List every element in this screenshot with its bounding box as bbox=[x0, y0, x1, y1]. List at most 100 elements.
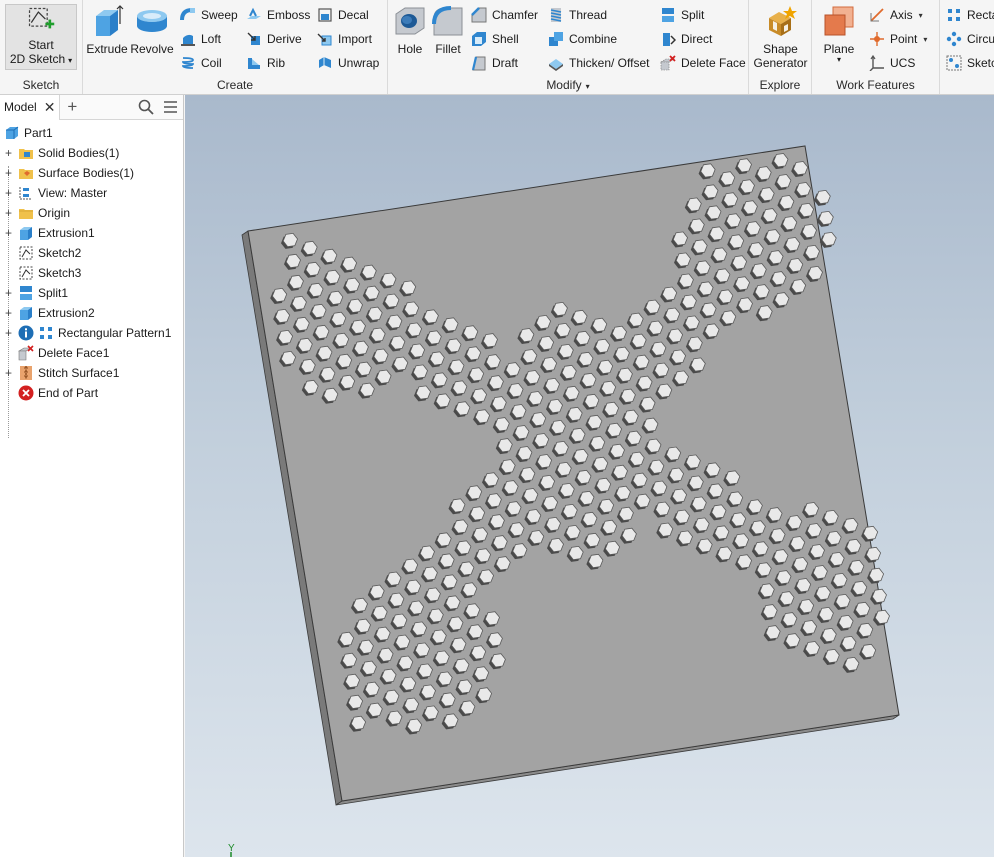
end-of-part-icon bbox=[18, 385, 34, 401]
expand-icon[interactable]: + bbox=[4, 366, 13, 380]
graphics-viewport[interactable]: Y bbox=[185, 95, 994, 857]
chevron-down-icon[interactable]: ▾ bbox=[68, 56, 72, 65]
draft-label: Draft bbox=[492, 56, 519, 70]
menu-icon[interactable] bbox=[161, 98, 179, 116]
decal-label: Decal bbox=[338, 8, 369, 22]
browser-node[interactable]: + Extrusion2 bbox=[0, 303, 183, 323]
search-icon[interactable] bbox=[137, 98, 155, 116]
expand-icon[interactable]: + bbox=[4, 226, 13, 240]
browser-node[interactable]: Part1 bbox=[0, 123, 183, 143]
extrude-button[interactable]: Extrude bbox=[85, 4, 129, 56]
browser-node[interactable]: + Split1 bbox=[0, 283, 183, 303]
browser-node[interactable]: + Solid Bodies(1) bbox=[0, 143, 183, 163]
combine-label: Combine bbox=[569, 32, 618, 46]
expand-icon[interactable]: + bbox=[4, 326, 13, 340]
chevron-down-icon[interactable]: ▾ bbox=[919, 11, 923, 20]
split-button[interactable]: Split bbox=[660, 5, 704, 25]
browser-node[interactable]: Sketch2 bbox=[0, 243, 183, 263]
modify-panel-title-text: Modify bbox=[546, 78, 582, 92]
unwrap-button[interactable]: Unwrap bbox=[317, 53, 379, 73]
chamfer-button[interactable]: Chamfer bbox=[471, 5, 538, 25]
plane-dropdown-chevron[interactable]: ▾ bbox=[817, 56, 861, 64]
emboss-label: Emboss bbox=[267, 8, 311, 22]
import-button[interactable]: Import bbox=[317, 29, 372, 49]
expand-icon[interactable]: + bbox=[4, 206, 13, 220]
ribbon: Start 2D Sketch▾ Sketch Extrude Revolve bbox=[0, 0, 994, 95]
browser-node[interactable]: + Rectangular Pattern1 bbox=[0, 323, 183, 343]
circular-pattern-button[interactable]: Circu bbox=[946, 29, 994, 49]
work-features-panel: Plane ▾ Axis ▾ Point ▾ UCS Work Features bbox=[812, 0, 940, 94]
chevron-down-icon[interactable]: ▾ bbox=[923, 35, 927, 44]
axis-button[interactable]: Axis ▾ bbox=[869, 5, 923, 25]
sweep-button[interactable]: Sweep bbox=[180, 5, 238, 25]
extrusion-icon bbox=[20, 307, 32, 320]
split-icon bbox=[662, 8, 674, 22]
part-3d-view[interactable]: Y bbox=[185, 95, 994, 857]
browser-node-label: Solid Bodies(1) bbox=[38, 146, 120, 160]
browser-node[interactable]: Sketch3 bbox=[0, 263, 183, 283]
plate-body[interactable] bbox=[241, 145, 900, 806]
hole-icon bbox=[395, 7, 425, 35]
loft-button[interactable]: Loft bbox=[180, 29, 221, 49]
delete-face-button[interactable]: Delete Face bbox=[660, 53, 746, 73]
thicken-offset-button[interactable]: Thicken/ Offset bbox=[548, 53, 649, 73]
rib-button[interactable]: Rib bbox=[246, 53, 285, 73]
explore-panel-title: Explore bbox=[759, 78, 801, 92]
combine-button[interactable]: Combine bbox=[548, 29, 617, 49]
ucs-label: UCS bbox=[890, 56, 916, 70]
solid-bodies-folder-icon bbox=[19, 149, 33, 159]
close-icon[interactable]: ✕ bbox=[44, 99, 56, 116]
thicken-offset-label: Thicken/ Offset bbox=[569, 56, 650, 70]
expand-icon[interactable]: + bbox=[4, 186, 13, 200]
emboss-button[interactable]: Emboss bbox=[246, 5, 310, 25]
shape-generator-icon bbox=[768, 6, 797, 36]
direct-icon bbox=[663, 33, 676, 46]
hole-button[interactable]: Hole bbox=[391, 4, 429, 56]
direct-button[interactable]: Direct bbox=[660, 29, 712, 49]
expand-icon[interactable]: + bbox=[4, 166, 13, 180]
derive-icon bbox=[247, 32, 260, 45]
shell-button[interactable]: Shell bbox=[471, 29, 519, 49]
browser-node[interactable]: + Surface Bodies(1) bbox=[0, 163, 183, 183]
browser-node[interactable]: + Stitch Surface1 bbox=[0, 363, 183, 383]
point-button[interactable]: Point ▾ bbox=[869, 29, 927, 49]
browser-node[interactable]: End of Part bbox=[0, 383, 183, 403]
draft-button[interactable]: Draft bbox=[471, 53, 518, 73]
surface-bodies-folder-icon bbox=[19, 169, 33, 179]
circular-pattern-icon bbox=[946, 31, 962, 47]
fillet-button[interactable]: Fillet bbox=[429, 4, 467, 56]
origin-folder-icon bbox=[19, 209, 33, 219]
create-panel: Extrude Revolve Sweep Loft Coil Emboss D… bbox=[83, 0, 388, 94]
info-icon[interactable] bbox=[18, 325, 34, 341]
sketch-driven-pattern-button[interactable]: Sketc bbox=[946, 53, 994, 73]
browser-node[interactable]: + Extrusion1 bbox=[0, 223, 183, 243]
expand-icon[interactable]: + bbox=[4, 146, 13, 160]
revolve-button[interactable]: Revolve bbox=[129, 4, 175, 56]
modify-panel-title[interactable]: Modify ▾ bbox=[388, 78, 748, 92]
shape-generator-button[interactable]: Shape Generator bbox=[752, 4, 809, 70]
rectangular-pattern-button[interactable]: Recta bbox=[946, 5, 994, 25]
thread-button[interactable]: Thread bbox=[548, 5, 607, 25]
loft-label: Loft bbox=[201, 32, 222, 46]
browser-node[interactable]: Delete Face1 bbox=[0, 343, 183, 363]
tab-model[interactable]: Model ✕ bbox=[0, 94, 61, 120]
plane-button[interactable]: Plane ▾ bbox=[817, 4, 861, 64]
browser-node-label: Extrusion2 bbox=[38, 306, 95, 320]
ucs-button[interactable]: UCS bbox=[869, 53, 915, 73]
sweep-icon bbox=[180, 8, 195, 21]
axis-label: Axis bbox=[890, 8, 913, 22]
plane-icon bbox=[824, 6, 854, 36]
chevron-down-icon: ▾ bbox=[585, 82, 590, 91]
browser-node[interactable]: + Origin bbox=[0, 203, 183, 223]
expand-icon[interactable]: + bbox=[4, 306, 13, 320]
ucs-icon bbox=[869, 55, 884, 71]
browser-node[interactable]: + View: Master bbox=[0, 183, 183, 203]
derive-button[interactable]: Derive bbox=[246, 29, 302, 49]
coil-button[interactable]: Coil bbox=[180, 53, 222, 73]
work-features-panel-title: Work Features bbox=[836, 78, 915, 92]
browser-node-label: Origin bbox=[38, 206, 71, 220]
expand-icon[interactable]: + bbox=[4, 286, 13, 300]
add-tab-icon[interactable]: + bbox=[67, 97, 77, 117]
decal-button[interactable]: Decal bbox=[317, 5, 369, 25]
start-2d-sketch-button[interactable]: Start 2D Sketch ▾ bbox=[5, 4, 77, 70]
